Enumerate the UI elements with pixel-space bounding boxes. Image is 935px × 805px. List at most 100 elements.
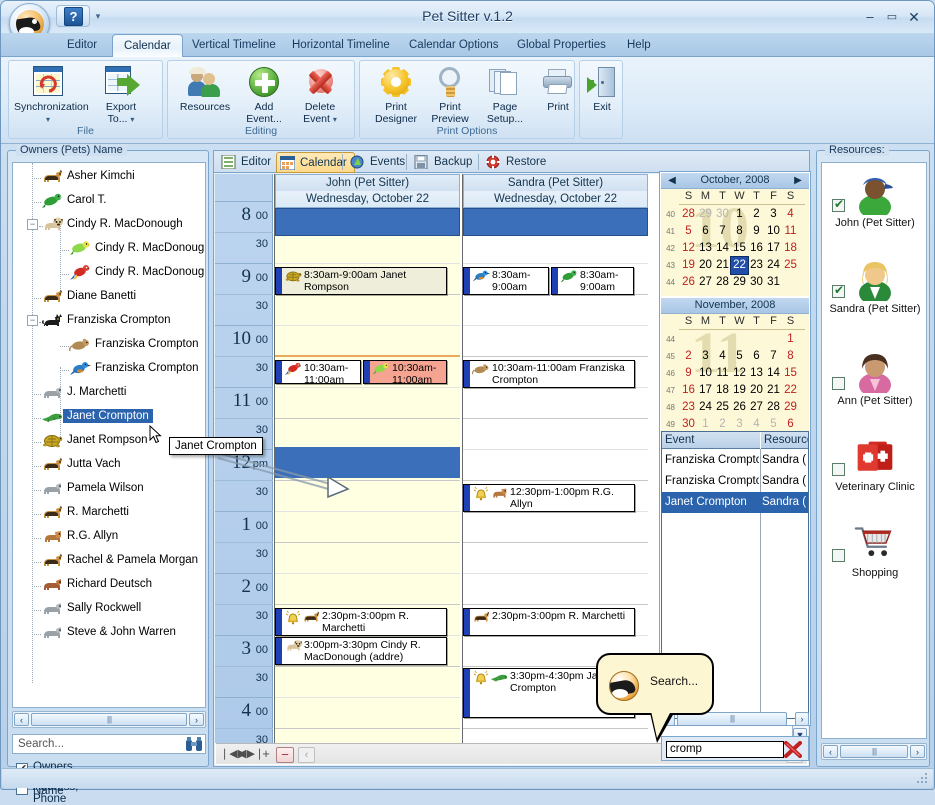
tree-item[interactable]: Richard Deutsch bbox=[13, 573, 205, 597]
mini-calendar-day[interactable]: 8 bbox=[782, 348, 799, 365]
mini-calendar-day[interactable]: 16 bbox=[748, 240, 765, 257]
resource-item[interactable]: Sandra (Pet Sitter) bbox=[822, 257, 927, 345]
maximize-button[interactable]: ▭ bbox=[884, 10, 900, 25]
resources-horizontal-scrollbar[interactable]: ‹ |||| › bbox=[821, 743, 927, 760]
mini-calendar-day[interactable]: 26 bbox=[731, 399, 748, 416]
ribbon-button-exit[interactable]: Exit bbox=[568, 64, 636, 126]
resources-list[interactable]: John (Pet Sitter)Sandra (Pet Sitter)Ann … bbox=[821, 162, 927, 739]
event-search-box[interactable]: cromp bbox=[661, 736, 809, 761]
ribbon-tab-global-properties[interactable]: Global Properties bbox=[506, 35, 617, 57]
mini-calendar-day[interactable]: 2 bbox=[748, 206, 765, 223]
mini-calendar-day[interactable]: 19 bbox=[731, 382, 748, 399]
tree-expander[interactable]: − bbox=[27, 315, 38, 326]
mini-calendar-selected-day[interactable]: 22 bbox=[731, 257, 748, 274]
tree-item[interactable]: Cindy R. MacDonough bbox=[13, 261, 205, 285]
time-row[interactable]: 30 bbox=[215, 356, 273, 387]
event-list-row[interactable]: Franziska CromptonSandra ( bbox=[662, 471, 808, 492]
mini-calendar[interactable]: October, 2008◀▶10SMTWTFS4028293012344156… bbox=[661, 173, 809, 296]
tree-item[interactable]: Sally Rockwell bbox=[13, 597, 205, 621]
time-row[interactable]: 1100 bbox=[215, 387, 273, 418]
mini-calendar-day[interactable]: 10 bbox=[697, 365, 714, 382]
time-row[interactable]: 30 bbox=[215, 232, 273, 263]
mini-calendar-day[interactable] bbox=[714, 331, 731, 348]
calendar-event[interactable]: 8:30am-9:00am Franziska bbox=[463, 267, 549, 295]
ribbon-tab-calendar[interactable]: Calendar bbox=[112, 34, 183, 58]
mini-calendar-day[interactable]: 15 bbox=[731, 240, 748, 257]
close-button[interactable]: ✕ bbox=[906, 10, 922, 25]
tree-item[interactable]: Pamela Wilson bbox=[13, 477, 205, 501]
mini-calendar-day[interactable]: 27 bbox=[748, 399, 765, 416]
minimize-button[interactable]: – bbox=[862, 10, 878, 25]
mini-calendar-day[interactable]: 4 bbox=[748, 416, 765, 433]
time-row[interactable]: 100 bbox=[215, 511, 273, 542]
tab-editor[interactable]: Editor bbox=[218, 152, 278, 173]
mini-calendar-day[interactable] bbox=[680, 331, 697, 348]
calendar-event[interactable]: 2:30pm-3:00pm R. Marchetti bbox=[463, 608, 635, 636]
scroll-right-icon[interactable]: › bbox=[910, 745, 925, 758]
next-month-icon[interactable]: ▶ bbox=[792, 175, 804, 187]
scroll-right-icon[interactable]: › bbox=[795, 712, 809, 726]
tree-item[interactable]: Diane Banetti bbox=[13, 285, 205, 309]
mini-calendar-day[interactable]: 3 bbox=[697, 348, 714, 365]
mini-calendar-day[interactable]: 9 bbox=[748, 223, 765, 240]
mini-calendar-day[interactable]: 27 bbox=[697, 274, 714, 291]
mini-calendar-day[interactable]: 23 bbox=[748, 257, 765, 274]
calendar-event[interactable]: 10:30am-11:00am Cindy R. MacDonough bbox=[275, 360, 361, 384]
mini-calendar-day[interactable]: 13 bbox=[697, 240, 714, 257]
mini-calendar-day[interactable]: 28 bbox=[714, 274, 731, 291]
tree-item[interactable]: Carol T. bbox=[13, 189, 205, 213]
tree-item[interactable]: Cindy R. MacDonough bbox=[13, 237, 205, 261]
mini-calendar-day[interactable]: 11 bbox=[782, 223, 799, 240]
all-day-area-john[interactable] bbox=[275, 208, 460, 236]
mini-calendar-day[interactable]: 12 bbox=[731, 365, 748, 382]
calendar-event[interactable]: 10:30am-11:00am Cindy R. MacDonough bbox=[363, 360, 447, 384]
calendar-event[interactable]: 12:30pm-1:00pm R.G. Allyn bbox=[463, 484, 635, 512]
resource-checkbox[interactable] bbox=[832, 199, 845, 212]
mini-calendar-day[interactable]: 5 bbox=[731, 348, 748, 365]
resource-checkbox[interactable] bbox=[832, 285, 845, 298]
scroll-left-icon[interactable]: ‹ bbox=[14, 713, 29, 726]
mini-calendar-day[interactable]: 31 bbox=[765, 274, 782, 291]
tree-item[interactable]: Rachel & Pamela Morgan bbox=[13, 549, 205, 573]
time-row[interactable]: 1000 bbox=[215, 325, 273, 356]
event-list-header-event[interactable]: Event bbox=[662, 432, 760, 449]
mini-calendar-day[interactable]: 7 bbox=[765, 348, 782, 365]
mini-calendar-day[interactable]: 6 bbox=[782, 416, 799, 433]
ribbon-tab-help[interactable]: Help bbox=[616, 35, 662, 57]
tab-events[interactable]: Events bbox=[347, 152, 412, 173]
mini-calendar-day[interactable]: 19 bbox=[680, 257, 697, 274]
tree-expander[interactable]: − bbox=[27, 219, 38, 230]
time-row[interactable]: 400 bbox=[215, 697, 273, 728]
time-row[interactable]: 30 bbox=[215, 294, 273, 325]
mini-calendar-day[interactable]: 11 bbox=[714, 365, 731, 382]
mini-calendar-day[interactable]: 7 bbox=[714, 223, 731, 240]
column-header-resource[interactable]: Sandra (Pet Sitter) bbox=[463, 174, 648, 191]
all-day-area-sandra[interactable] bbox=[463, 208, 648, 236]
time-row[interactable]: 300 bbox=[215, 635, 273, 666]
mini-calendar-day[interactable]: 25 bbox=[714, 399, 731, 416]
chevron-down-icon[interactable]: ▾ bbox=[333, 115, 337, 124]
calendar-event[interactable]: 3:00pm-3:30pm Cindy R. MacDonough (addre… bbox=[275, 637, 447, 665]
tree-item[interactable]: −Cindy R. MacDonough bbox=[13, 213, 205, 237]
nav-prev-button[interactable]: ‹ bbox=[298, 747, 315, 763]
mini-calendar-day[interactable]: 26 bbox=[680, 274, 697, 291]
time-row[interactable]: 30 bbox=[215, 666, 273, 697]
resource-checkbox[interactable] bbox=[832, 463, 845, 476]
scroll-left-icon[interactable]: ‹ bbox=[823, 745, 838, 758]
clear-x-icon[interactable] bbox=[784, 741, 802, 758]
time-row[interactable]: 200 bbox=[215, 573, 273, 604]
tab-backup[interactable]: Backup bbox=[411, 152, 479, 173]
scroll-thumb[interactable]: |||| bbox=[31, 713, 187, 726]
owners-pets-tree[interactable]: Asher KimchiCarol T.−Cindy R. MacDonough… bbox=[12, 162, 206, 708]
mini-calendar-day[interactable]: 3 bbox=[765, 206, 782, 223]
mini-calendar-day[interactable]: 8 bbox=[731, 223, 748, 240]
mini-calendar-day[interactable]: 17 bbox=[697, 382, 714, 399]
time-row[interactable]: 800 bbox=[215, 201, 273, 232]
mini-calendar-day[interactable]: 5 bbox=[765, 416, 782, 433]
chevron-down-icon[interactable]: ▾ bbox=[130, 115, 134, 124]
tree-item[interactable]: R.G. Allyn bbox=[13, 525, 205, 549]
nav-remove-button[interactable]: − bbox=[276, 747, 294, 763]
mini-calendar-day[interactable]: 30 bbox=[748, 274, 765, 291]
mini-calendar-day[interactable]: 29 bbox=[731, 274, 748, 291]
mini-calendar-day[interactable]: 21 bbox=[714, 257, 731, 274]
